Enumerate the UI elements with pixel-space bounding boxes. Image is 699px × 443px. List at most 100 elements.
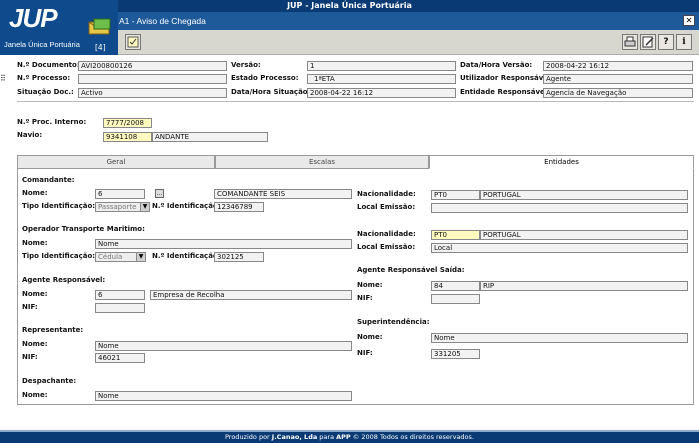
comandante-local-emissao-label: Local Emissão: <box>357 203 416 211</box>
data-hora-situacao-label: Data/Hora Situação: <box>231 88 311 96</box>
tab-entidades[interactable]: Entidades <box>429 155 694 169</box>
footer-company: J.Canao, Lda <box>271 433 318 441</box>
agente-saida-title: Agente Responsável Saída: <box>357 266 465 274</box>
superintendencia-nif-field[interactable]: 331205 <box>431 349 480 359</box>
despachante-title: Despachante: <box>22 377 77 385</box>
side-handle-icon[interactable]: ⠿ <box>0 74 7 84</box>
operador-local-emissao-field[interactable]: Local <box>431 243 688 253</box>
screen-title: A1 - Aviso de Chegada <box>119 16 206 26</box>
despachante-nome-label: Nome: <box>22 391 48 399</box>
navio-label: Navio: <box>17 131 43 139</box>
comandante-tipo-id-label: Tipo Identificação: <box>22 202 96 210</box>
estado-processo-label: Estado Processo: <box>231 74 299 82</box>
comandante-tipo-id-select[interactable]: Passaporte ▼ <box>95 202 150 212</box>
operador-nome-field[interactable]: Nome <box>95 239 352 249</box>
operador-nacionalidade-label: Nacionalidade: <box>357 230 416 238</box>
chevron-down-icon[interactable]: ▼ <box>140 203 149 211</box>
superintendencia-nif-label: NIF: <box>357 349 373 357</box>
representante-nif-field[interactable]: 46021 <box>95 353 145 363</box>
toolbar: ? i <box>118 30 699 55</box>
versao-label: Versão: <box>231 61 261 69</box>
data-hora-situacao-field[interactable]: 2008-04-22 16:12 <box>307 88 456 98</box>
representante-nome-field[interactable]: Nome <box>95 341 352 351</box>
operador-nac-code-field[interactable]: PT0 <box>431 230 480 240</box>
comandante-nome-field[interactable]: COMANDANTE SEIS <box>214 189 352 199</box>
mail-count[interactable]: [4] <box>95 43 106 52</box>
footer-app: APP <box>336 433 351 441</box>
footer: Produzido por J.Canao, Lda para APP © 20… <box>0 432 699 443</box>
operador-local-emissao-label: Local Emissão: <box>357 243 416 251</box>
agente-saida-nome-label: Nome: <box>357 281 383 289</box>
agente-nif-field[interactable] <box>95 303 145 313</box>
despachante-nome-field[interactable]: Nome <box>95 391 352 401</box>
agente-nif-label: NIF: <box>22 303 38 311</box>
agente-saida-nif-field[interactable] <box>431 294 480 304</box>
footer-middle: para <box>317 433 337 441</box>
n-processo-field[interactable] <box>78 74 227 84</box>
print-icon[interactable] <box>622 34 638 50</box>
comandante-nac-code-field[interactable]: PT0 <box>431 190 480 200</box>
data-hora-versao-field[interactable]: 2008-04-22 16:12 <box>543 61 693 71</box>
operador-title: Operador Transporte Maritimo: <box>22 225 145 233</box>
operador-tipo-id-select[interactable]: Cédula ▼ <box>95 252 146 262</box>
divider <box>17 101 694 102</box>
entidade-responsavel-label: Entidade Responsável: <box>460 88 550 96</box>
comandante-nac-name-field[interactable]: PORTUGAL <box>480 190 688 200</box>
situacao-doc-field[interactable]: Activo <box>78 88 227 98</box>
lookup-icon[interactable]: … <box>155 189 164 198</box>
close-icon[interactable]: ✕ <box>683 15 695 26</box>
operador-tipo-id-label: Tipo Identificação: <box>22 252 96 260</box>
versao-field[interactable]: 1 <box>307 61 456 71</box>
operador-tipo-id-value: Cédula <box>98 253 123 261</box>
n-processo-label: N.º Processo: <box>17 74 71 82</box>
agente-nome-label: Nome: <box>22 290 48 298</box>
tab-escalas[interactable]: Escalas <box>215 155 429 169</box>
footer-prefix: Produzido por <box>225 433 272 441</box>
comandante-nome-label: Nome: <box>22 189 48 197</box>
tab-geral[interactable]: Geral <box>17 155 215 169</box>
estado-processo-field[interactable]: 1ªETA <box>307 74 456 84</box>
logo-subtitle: Janela Única Portuária <box>4 40 80 49</box>
utilizador-responsavel-field[interactable]: Agente <box>543 74 693 84</box>
data-hora-versao-label: Data/Hora Versão: <box>460 61 533 69</box>
tab-bar: Geral Escalas Entidades <box>17 155 694 169</box>
mail-icon[interactable] <box>88 18 112 36</box>
agente-code-field[interactable]: 6 <box>95 290 145 300</box>
utilizador-responsavel-label: Utilizador Responsável: <box>460 74 554 82</box>
agente-saida-code-field[interactable]: 84 <box>431 281 480 291</box>
navio-code-field[interactable]: 9341108 <box>103 132 152 142</box>
logo: JUP <box>9 3 58 33</box>
help-icon[interactable]: ? <box>658 34 674 50</box>
info-icon[interactable]: i <box>676 34 692 50</box>
superintendencia-nome-label: Nome: <box>357 333 383 341</box>
edit-icon[interactable] <box>640 34 656 50</box>
representante-nome-label: Nome: <box>22 340 48 348</box>
situacao-doc-label: Situação Doc.: <box>17 88 74 96</box>
chevron-down-icon[interactable]: ▼ <box>136 253 145 261</box>
operador-n-id-label: N.º Identificação: <box>152 252 221 260</box>
superintendencia-title: Superintendência: <box>357 318 430 326</box>
n-proc-interno-field[interactable]: 7777/2008 <box>103 118 152 128</box>
operador-n-id-field[interactable]: 302125 <box>214 252 264 262</box>
n-proc-interno-label: N.º Proc. Interno: <box>17 118 87 126</box>
comandante-code-field[interactable]: 6 <box>95 189 145 199</box>
operador-nome-label: Nome: <box>22 239 48 247</box>
agente-nome-field[interactable]: Empresa de Recolha <box>150 290 352 300</box>
agente-saida-nome-field[interactable]: RIP <box>480 281 688 291</box>
footer-suffix: © 2008 Todos os direitos reservados. <box>350 433 474 441</box>
comandante-title: Comandante: <box>22 176 75 184</box>
representante-title: Representante: <box>22 326 84 334</box>
n-documento-label: N.º Documento: <box>17 61 80 69</box>
entidade-responsavel-field[interactable]: Agencia de Navegação <box>543 88 693 98</box>
comandante-tipo-id-value: Passaporte <box>98 203 137 211</box>
superintendencia-nome-field[interactable]: Nome <box>431 333 688 343</box>
operador-nac-name-field[interactable]: PORTUGAL <box>480 230 688 240</box>
n-documento-field[interactable]: AVI200800126 <box>78 61 227 71</box>
comandante-n-id-field[interactable]: 12346789 <box>214 202 264 212</box>
comandante-local-emissao-field[interactable] <box>431 203 688 213</box>
note-icon[interactable] <box>125 34 141 50</box>
agente-saida-nif-label: NIF: <box>357 294 373 302</box>
navio-name-field[interactable]: ANDANTE <box>152 132 268 142</box>
representante-nif-label: NIF: <box>22 353 38 361</box>
comandante-n-id-label: N.º Identificação: <box>152 202 221 210</box>
